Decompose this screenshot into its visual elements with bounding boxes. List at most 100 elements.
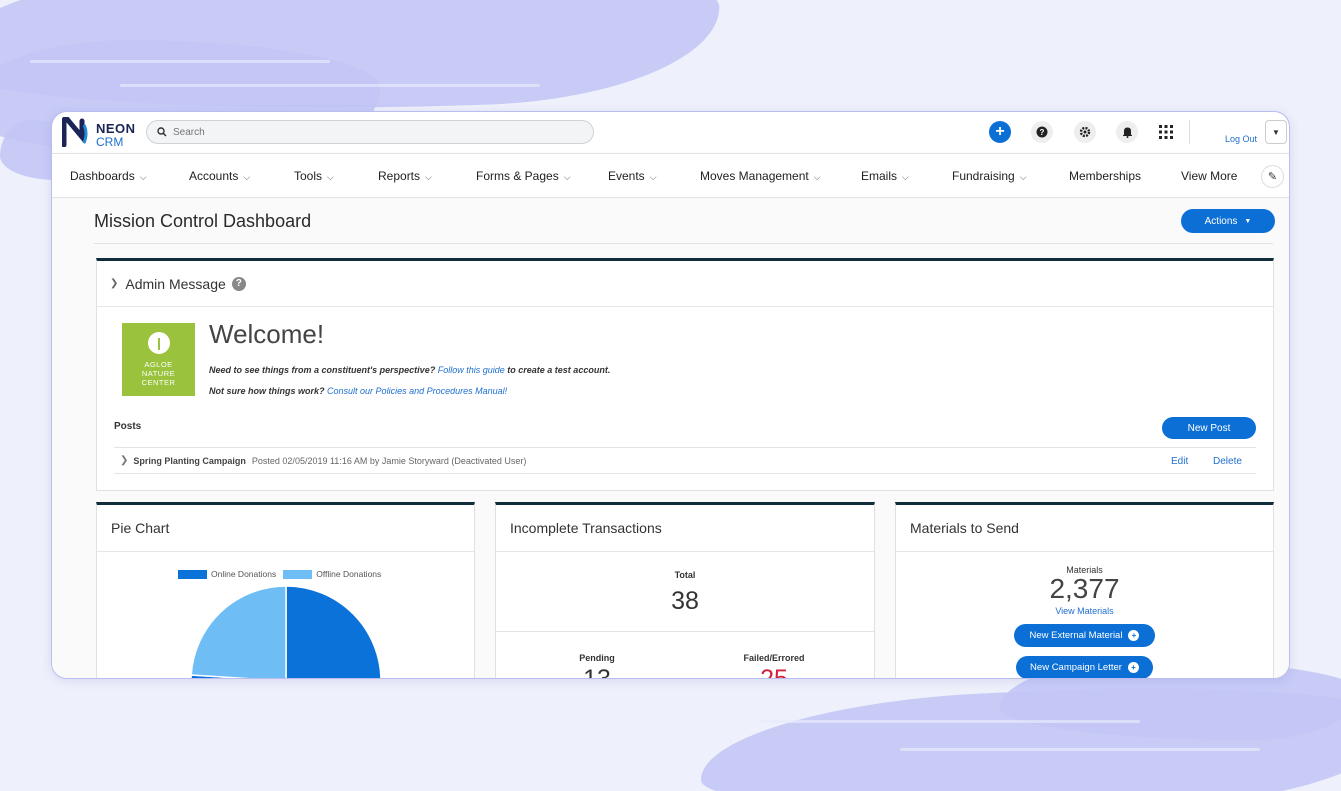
materials-to-send-card: Materials to Send Materials 2,377 View M… <box>895 502 1274 678</box>
nav-reports[interactable]: Reports ⌵ <box>378 169 432 183</box>
svg-text:?: ? <box>1040 128 1045 137</box>
main-nav: Dashboards ⌵ Accounts ⌵ Tools ⌵ Reports ⌵ Fo… <box>52 153 1289 198</box>
tree-icon <box>147 332 170 354</box>
neon-crm-logo[interactable]: NEON CRM <box>62 117 137 149</box>
nav-label: Forms & Pages <box>476 169 559 183</box>
card-title: Incomplete Transactions <box>496 505 874 552</box>
nav-label: Events <box>608 169 645 183</box>
view-materials-link[interactable]: View Materials <box>896 606 1273 616</box>
header-divider <box>1189 120 1190 144</box>
nav-tools[interactable]: Tools ⌵ <box>294 169 334 183</box>
add-new-plus-icon[interactable]: + <box>989 121 1011 143</box>
card-divider <box>496 631 874 632</box>
collapse-chevron-icon[interactable]: ❯ <box>110 278 118 289</box>
card-title: Pie Chart <box>97 505 474 552</box>
search-input[interactable] <box>173 126 573 138</box>
chevron-down-icon: ⌵ <box>425 172 432 182</box>
dashboard-content: Mission Control Dashboard Actions ▼ ❯ Ad… <box>52 198 1289 678</box>
nav-label: Emails <box>861 169 898 183</box>
chevron-down-icon: ⌵ <box>649 172 657 182</box>
nav-view-more[interactable]: View More <box>1181 169 1237 183</box>
apps-grid-icon[interactable] <box>1155 121 1177 143</box>
neon-logo-icon <box>62 117 88 147</box>
nav-emails[interactable]: Emails ⌵ <box>861 169 909 183</box>
plus-circle-icon: + <box>1128 630 1140 641</box>
guide-line-1: Need to see things from a constituent's … <box>209 365 610 375</box>
expand-chevron-icon[interactable]: ❯ <box>120 455 128 466</box>
logo-text-crm: CRM <box>96 135 124 149</box>
nav-label: View More <box>1181 169 1238 183</box>
legend-swatch-online <box>178 569 207 579</box>
nav-label: Fundraising <box>952 169 1015 183</box>
search-bar[interactable] <box>146 120 594 144</box>
top-bar: NEON CRM + ? Log Out <box>52 112 1289 153</box>
failed-value[interactable]: 25 <box>734 665 814 678</box>
welcome-heading: Welcome! <box>209 319 325 349</box>
post-row[interactable]: ❯ Spring Planting Campaign Posted 02/05/… <box>114 447 1256 474</box>
follow-guide-link[interactable]: Follow this guide <box>438 365 505 375</box>
nav-fundraising[interactable]: Fundraising ⌵ <box>952 169 1027 183</box>
organization-logo: AGLOE NATURE CENTER <box>122 323 195 396</box>
materials-value: 2,377 <box>1049 573 1120 604</box>
nav-accounts[interactable]: Accounts ⌵ <box>189 169 250 183</box>
edit-nav-pencil-icon[interactable]: ✎ <box>1261 165 1284 188</box>
logout-link[interactable]: Log Out <box>1225 134 1257 144</box>
legend-label-offline[interactable]: Offline Donations <box>316 569 381 579</box>
chevron-down-icon: ⌵ <box>902 172 909 182</box>
nav-label: Tools <box>294 169 323 183</box>
nav-label: Accounts <box>189 169 239 183</box>
new-campaign-letter-button[interactable]: New Campaign Letter + <box>1016 656 1153 678</box>
pending-value[interactable]: 13 <box>557 665 637 678</box>
legend-swatch-offline <box>283 569 313 579</box>
post-meta: Posted 02/05/2019 11:16 AM by Jamie Stor… <box>251 455 527 466</box>
chevron-down-icon: ⌵ <box>139 172 147 182</box>
post-title[interactable]: Spring Planting Campaign <box>133 456 246 466</box>
chevron-down-icon: ⌵ <box>327 172 334 182</box>
pending-label: Pending <box>579 653 615 663</box>
nav-label: Reports <box>378 169 421 183</box>
search-icon <box>157 127 167 137</box>
legend-label-online[interactable]: Online Donations <box>211 569 276 579</box>
failed-label: Failed/Errored <box>743 653 805 663</box>
nav-events[interactable]: Events ⌵ <box>608 169 657 183</box>
settings-gear-icon[interactable] <box>1074 121 1096 143</box>
chart-legend: Online Donations Offline Donations <box>178 569 381 579</box>
nav-memberships[interactable]: Memberships <box>1069 169 1141 183</box>
edit-post-link[interactable]: Edit <box>1171 456 1188 467</box>
total-value[interactable]: 38 <box>496 587 874 616</box>
org-logo-line: NATURE <box>141 369 176 378</box>
guide-text: to create a test account. <box>507 365 611 375</box>
button-label: New External Material <box>1029 630 1123 641</box>
logo-text-neon: NEON <box>96 121 136 136</box>
help-icon[interactable]: ? <box>231 276 246 291</box>
actions-button[interactable]: Actions ▼ <box>1181 209 1275 233</box>
button-label: New Campaign Letter <box>1030 662 1122 673</box>
pie-slice-offline-donations[interactable] <box>190 585 287 679</box>
pie-chart <box>190 585 382 679</box>
user-menu-dropdown[interactable]: ▼ <box>1265 120 1287 144</box>
title-divider <box>94 243 1273 244</box>
nav-dashboards[interactable]: Dashboards ⌵ <box>70 169 147 183</box>
app-window: NEON CRM + ? Log Out <box>51 111 1290 679</box>
chevron-down-icon: ⌵ <box>813 172 821 182</box>
admin-message-header[interactable]: ❯ Admin Message ? <box>97 261 1273 307</box>
guide-line-2: Not sure how things work? Consult our Po… <box>209 386 507 396</box>
new-external-material-button[interactable]: New External Material + <box>1014 624 1155 647</box>
pie-chart-card: Pie Chart Online Donations Offline Donat… <box>96 502 475 679</box>
chevron-down-icon: ⌵ <box>1019 172 1027 182</box>
new-post-button[interactable]: New Post <box>1162 417 1256 439</box>
admin-message-panel: ❯ Admin Message ? AGLOE NATURE CENTER We… <box>96 258 1274 491</box>
caret-down-icon: ▼ <box>1244 217 1252 225</box>
nav-label: Dashboards <box>70 169 135 183</box>
incomplete-transactions-card: Incomplete Transactions Total 38 Pending… <box>495 502 875 678</box>
help-icon[interactable]: ? <box>1031 121 1053 143</box>
guide-text: Not sure how things work? <box>209 386 325 396</box>
caret-down-icon: ▼ <box>1272 127 1280 137</box>
nav-forms-pages[interactable]: Forms & Pages ⌵ <box>476 169 571 183</box>
nav-moves-management[interactable]: Moves Management ⌵ <box>700 169 821 183</box>
chevron-down-icon: ⌵ <box>563 172 571 182</box>
policies-manual-link[interactable]: Consult our Policies and Procedures Manu… <box>327 386 507 396</box>
card-title: Materials to Send <box>896 505 1273 552</box>
delete-post-link[interactable]: Delete <box>1213 456 1242 467</box>
notifications-bell-icon[interactable] <box>1116 121 1138 143</box>
